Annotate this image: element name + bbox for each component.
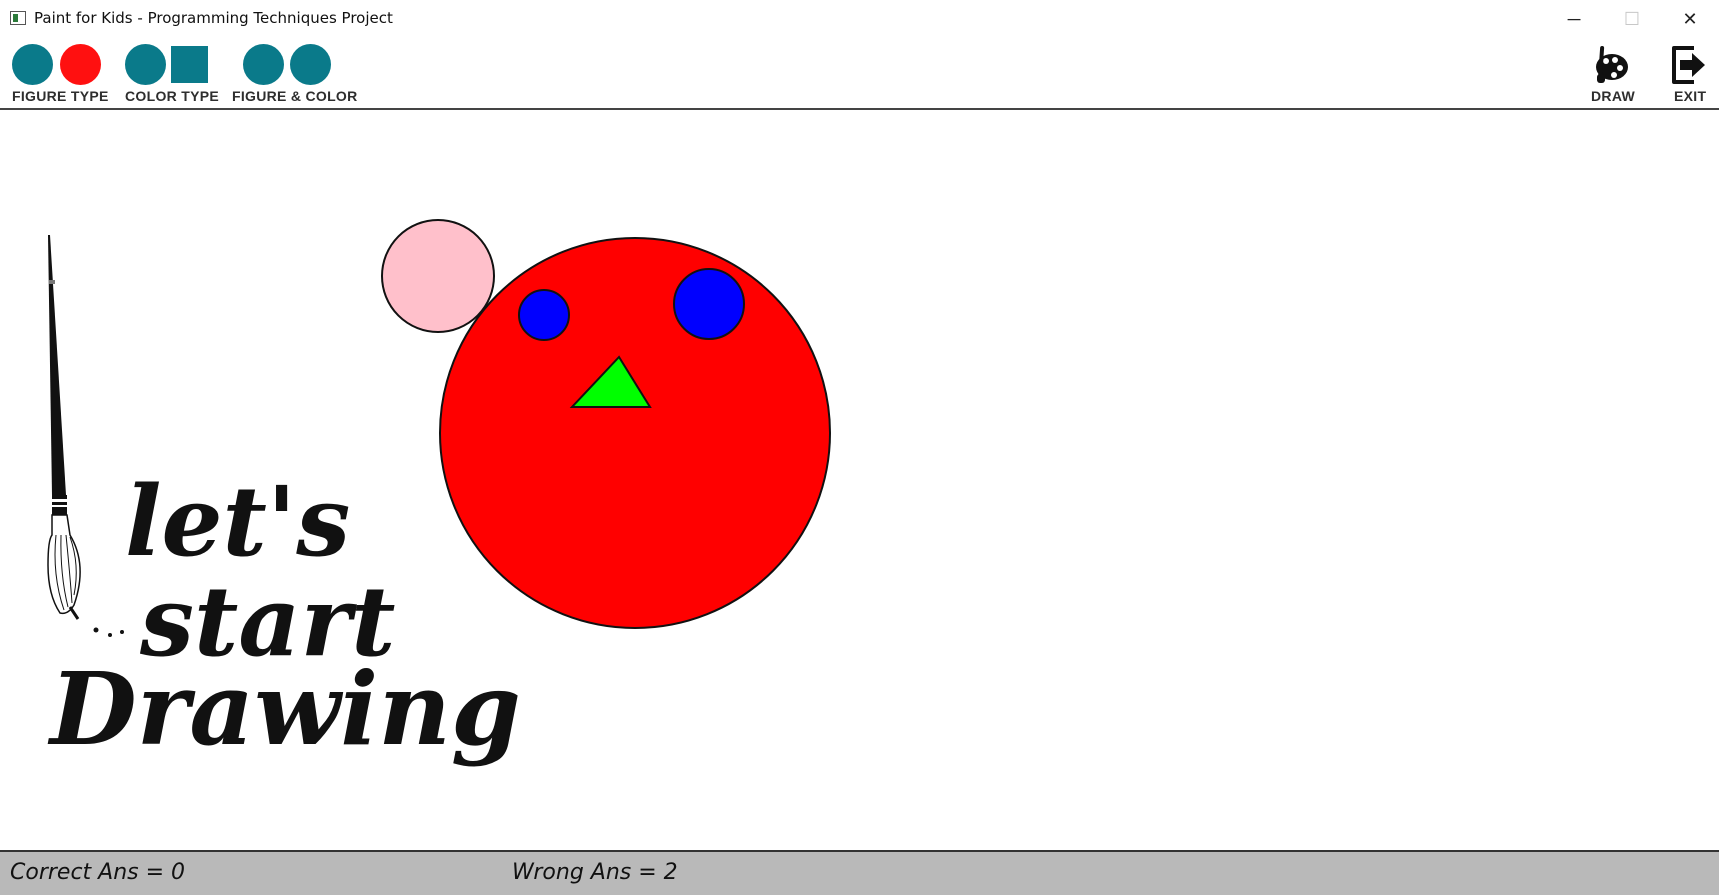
exit-label: EXIT xyxy=(1674,88,1707,104)
exit-button[interactable]: EXIT xyxy=(1668,44,1710,104)
figure-type-button[interactable]: FIGURE TYPE xyxy=(12,44,110,104)
draw-label: DRAW xyxy=(1591,88,1635,104)
status-bar: Correct Ans = 0 Wrong Ans = 2 xyxy=(0,850,1719,895)
teal-red-circles-icon xyxy=(12,44,110,85)
palette-brush-icon xyxy=(1588,44,1638,84)
close-icon: ✕ xyxy=(1682,8,1698,29)
maximize-button[interactable]: ☐ xyxy=(1603,0,1661,38)
exit-icon xyxy=(1668,44,1710,84)
window-title: Paint for Kids - Programming Techniques … xyxy=(34,9,393,27)
right-blue-circle xyxy=(673,268,745,340)
title-bar: Paint for Kids - Programming Techniques … xyxy=(0,0,1719,38)
figure-and-color-label: FIGURE & COLOR xyxy=(232,88,358,104)
circle-square-icon xyxy=(125,44,217,85)
toolbar: FIGURE TYPE COLOR TYPE FIGURE & COLOR DR… xyxy=(0,38,1719,110)
figure-type-label: FIGURE TYPE xyxy=(12,88,109,104)
draw-button[interactable]: DRAW xyxy=(1588,44,1638,104)
color-type-button[interactable]: COLOR TYPE xyxy=(125,44,219,104)
correct-answers: Correct Ans = 0 xyxy=(10,860,186,885)
wrong-answers: Wrong Ans = 2 xyxy=(512,860,678,885)
left-blue-circle xyxy=(518,289,570,341)
shapes-layer xyxy=(381,219,831,629)
drawing-canvas[interactable]: let's start Drawing xyxy=(0,110,1719,850)
minimize-button[interactable]: ─ xyxy=(1545,0,1603,38)
minimize-icon: ─ xyxy=(1567,8,1581,29)
color-type-label: COLOR TYPE xyxy=(125,88,220,104)
app-icon xyxy=(10,11,26,25)
maximize-icon: ☐ xyxy=(1623,8,1641,29)
close-button[interactable]: ✕ xyxy=(1661,0,1719,38)
pink-circle xyxy=(381,219,495,333)
two-circles-icon xyxy=(232,44,352,85)
red-circle xyxy=(439,237,831,629)
figure-and-color-button[interactable]: FIGURE & COLOR xyxy=(232,44,357,104)
